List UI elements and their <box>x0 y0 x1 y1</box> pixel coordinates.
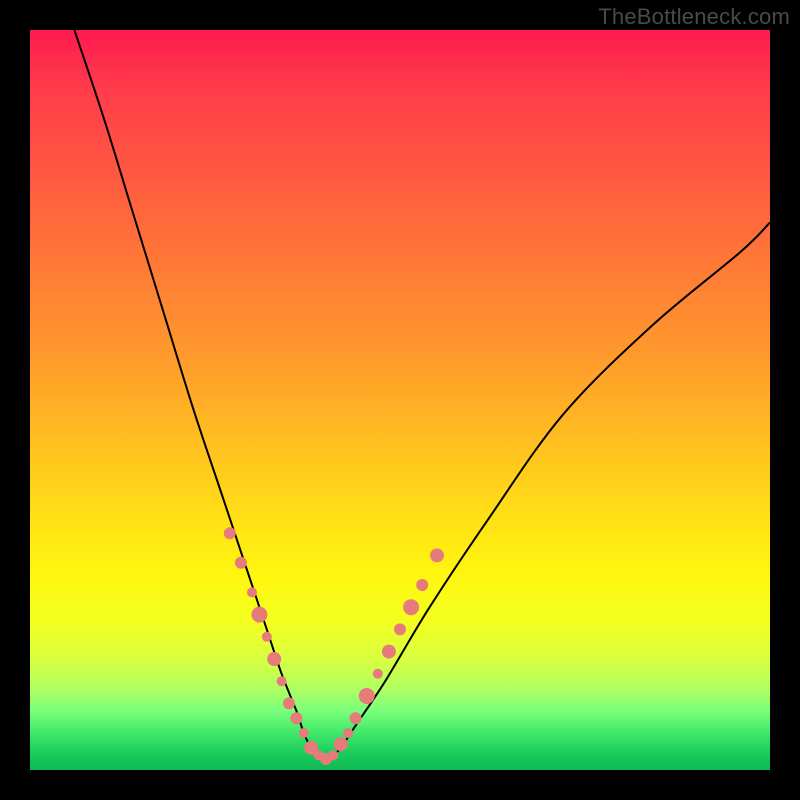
highlight-dot <box>235 557 247 569</box>
bottleneck-curve <box>74 30 770 763</box>
highlight-dot <box>251 607 267 623</box>
highlight-dot <box>359 688 375 704</box>
highlight-dot <box>224 527 236 539</box>
highlight-dot <box>343 728 353 738</box>
highlight-dot <box>373 669 383 679</box>
curve-svg <box>30 30 770 770</box>
highlight-dot <box>403 599 419 615</box>
watermark-text: TheBottleneck.com <box>598 4 790 30</box>
highlight-dot <box>290 712 302 724</box>
highlight-dots-group <box>224 527 444 765</box>
highlight-dot <box>416 579 428 591</box>
highlight-dot <box>350 712 362 724</box>
highlight-dot <box>328 750 338 760</box>
highlight-dot <box>430 548 444 562</box>
highlight-dot <box>267 652 281 666</box>
highlight-dot <box>299 728 309 738</box>
highlight-dot <box>394 623 406 635</box>
highlight-dot <box>262 632 272 642</box>
highlight-dot <box>277 676 287 686</box>
highlight-dot <box>283 697 295 709</box>
highlight-dot <box>334 737 348 751</box>
highlight-dot <box>382 645 396 659</box>
plot-area <box>30 30 770 770</box>
highlight-dot <box>247 587 257 597</box>
chart-frame: TheBottleneck.com <box>0 0 800 800</box>
